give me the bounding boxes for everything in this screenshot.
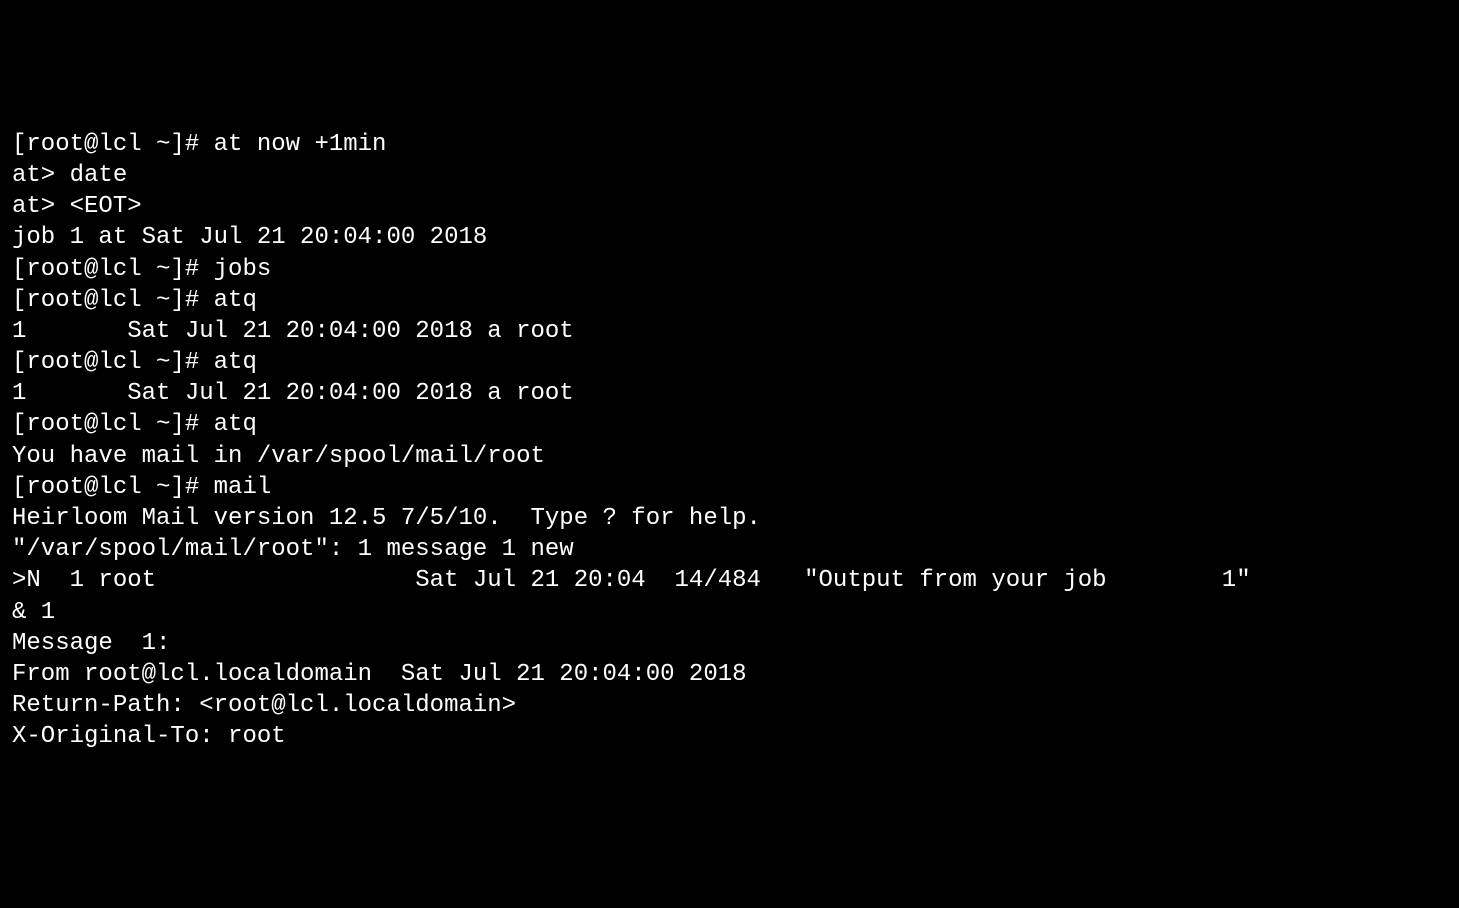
terminal-output[interactable]: [root@lcl ~]# at now +1minat> dateat> <E… [12, 129, 1447, 753]
terminal-line: & 1 [12, 597, 1447, 628]
terminal-line: [root@lcl ~]# atq [12, 409, 1447, 440]
terminal-line: "/var/spool/mail/root": 1 message 1 new [12, 534, 1447, 565]
terminal-line: Message 1: [12, 628, 1447, 659]
terminal-line: [root@lcl ~]# at now +1min [12, 129, 1447, 160]
terminal-line: [root@lcl ~]# atq [12, 347, 1447, 378]
terminal-line: [root@lcl ~]# atq [12, 285, 1447, 316]
terminal-line: From root@lcl.localdomain Sat Jul 21 20:… [12, 659, 1447, 690]
terminal-line: at> date [12, 160, 1447, 191]
terminal-line: >N 1 root Sat Jul 21 20:04 14/484 "Outpu… [12, 565, 1447, 596]
terminal-line: [root@lcl ~]# jobs [12, 254, 1447, 285]
terminal-line: 1 Sat Jul 21 20:04:00 2018 a root [12, 316, 1447, 347]
terminal-line: Heirloom Mail version 12.5 7/5/10. Type … [12, 503, 1447, 534]
terminal-line: job 1 at Sat Jul 21 20:04:00 2018 [12, 222, 1447, 253]
terminal-line: X-Original-To: root [12, 721, 1447, 752]
terminal-line: [root@lcl ~]# mail [12, 472, 1447, 503]
terminal-line: 1 Sat Jul 21 20:04:00 2018 a root [12, 378, 1447, 409]
terminal-line: You have mail in /var/spool/mail/root [12, 441, 1447, 472]
terminal-line: Return-Path: <root@lcl.localdomain> [12, 690, 1447, 721]
terminal-line: at> <EOT> [12, 191, 1447, 222]
